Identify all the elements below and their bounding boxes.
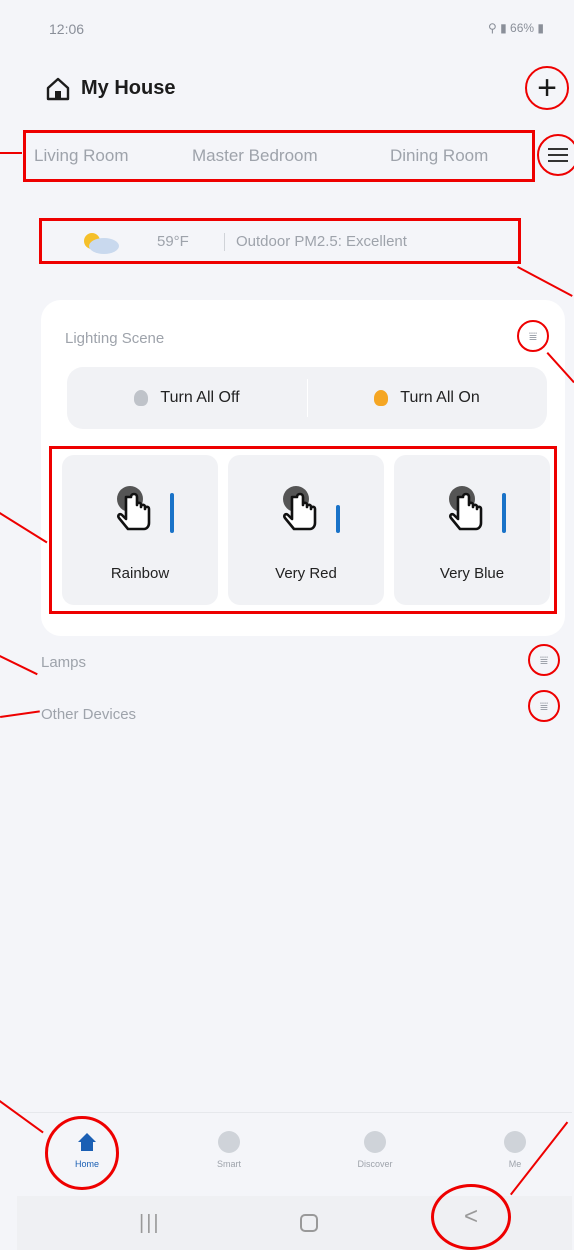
weather-divider: [224, 233, 225, 251]
nav-me[interactable]: Me: [475, 1123, 555, 1169]
scene-label: Rainbow: [110, 565, 170, 582]
brightness-indicator: [502, 493, 506, 533]
status-time: 12:06: [49, 21, 85, 37]
turn-all-on-label: Turn All On: [400, 389, 480, 406]
all-lights-toggle: Turn All Off Turn All On: [67, 367, 547, 429]
turn-all-off-label: Turn All Off: [160, 389, 240, 406]
collapse-lamps-icon[interactable]: ⩸: [528, 644, 560, 676]
scene-card-very-blue[interactable]: Very Blue: [394, 455, 550, 605]
phone-screen: 12:06 ⚲ ▮ 66% ▮ My House + Living Room M…: [17, 0, 574, 1250]
brightness-indicator: [170, 493, 174, 533]
scene-label: Very Blue: [439, 565, 505, 582]
discover-icon: [364, 1131, 386, 1153]
home-header: My House: [45, 70, 545, 106]
home-highlight-annotation: [45, 1116, 119, 1190]
house-title[interactable]: My House: [81, 77, 175, 100]
nav-smart[interactable]: Smart: [189, 1123, 269, 1169]
lamps-section[interactable]: Lamps: [41, 654, 86, 671]
scene-label: Very Red: [275, 565, 337, 582]
weather-bar[interactable]: 59°F Outdoor PM2.5: Excellent: [39, 218, 521, 264]
status-bar: 12:06 ⚲ ▮ 66% ▮: [17, 18, 572, 42]
turn-all-on-button[interactable]: Turn All On: [307, 367, 547, 429]
tap-hand-icon: [449, 486, 483, 531]
add-button[interactable]: +: [525, 66, 569, 110]
bulb-on-icon: [374, 390, 389, 406]
scene-card-rainbow[interactable]: Rainbow: [62, 455, 218, 605]
nav-label: Me: [508, 1159, 522, 1169]
nav-discover[interactable]: Discover: [335, 1123, 415, 1169]
lighting-scene-card: Lighting Scene ⩸ Turn All Off Turn All O…: [41, 300, 565, 636]
air-quality: Outdoor PM2.5: Excellent: [236, 233, 407, 250]
room-menu-button[interactable]: [537, 134, 574, 176]
partly-cloudy-icon: [84, 233, 119, 254]
collapse-lighting-icon[interactable]: ⩸: [517, 320, 549, 352]
bulb-off-icon: [134, 390, 149, 406]
turn-all-off-button[interactable]: Turn All Off: [67, 367, 307, 429]
house-icon: [46, 77, 70, 101]
menu-icon-line: [548, 148, 568, 150]
temperature: 59°F: [157, 233, 189, 250]
tab-master-bedroom[interactable]: Master Bedroom: [192, 146, 318, 166]
profile-icon: [504, 1131, 526, 1153]
status-indicators: ⚲ ▮ 66% ▮: [487, 21, 544, 35]
scene-card-very-red[interactable]: Very Red: [228, 455, 384, 605]
room-tabs: Living Room Master Bedroom Dining Room: [23, 130, 535, 182]
tap-hand-icon: [283, 486, 317, 531]
tab-dining-room[interactable]: Dining Room: [390, 146, 488, 166]
collapse-other-devices-icon[interactable]: ⩸: [528, 690, 560, 722]
back-button[interactable]: <: [431, 1184, 511, 1250]
scene-list: Rainbow Very Red Very Blue: [49, 446, 557, 614]
other-devices-section[interactable]: Other Devices: [41, 706, 136, 723]
system-home-button[interactable]: [300, 1214, 318, 1232]
nav-label: Discover: [357, 1159, 393, 1169]
recent-apps-button[interactable]: |||: [139, 1212, 161, 1235]
annotation-line: [0, 152, 22, 154]
nav-label: Smart: [216, 1159, 241, 1169]
menu-icon-line: [548, 160, 568, 162]
smart-icon: [218, 1131, 240, 1153]
brightness-indicator: [336, 505, 340, 533]
tap-hand-icon: [117, 486, 151, 531]
tab-living-room[interactable]: Living Room: [34, 146, 129, 166]
menu-icon-line: [548, 154, 568, 156]
lighting-scene-title: Lighting Scene: [65, 330, 165, 347]
